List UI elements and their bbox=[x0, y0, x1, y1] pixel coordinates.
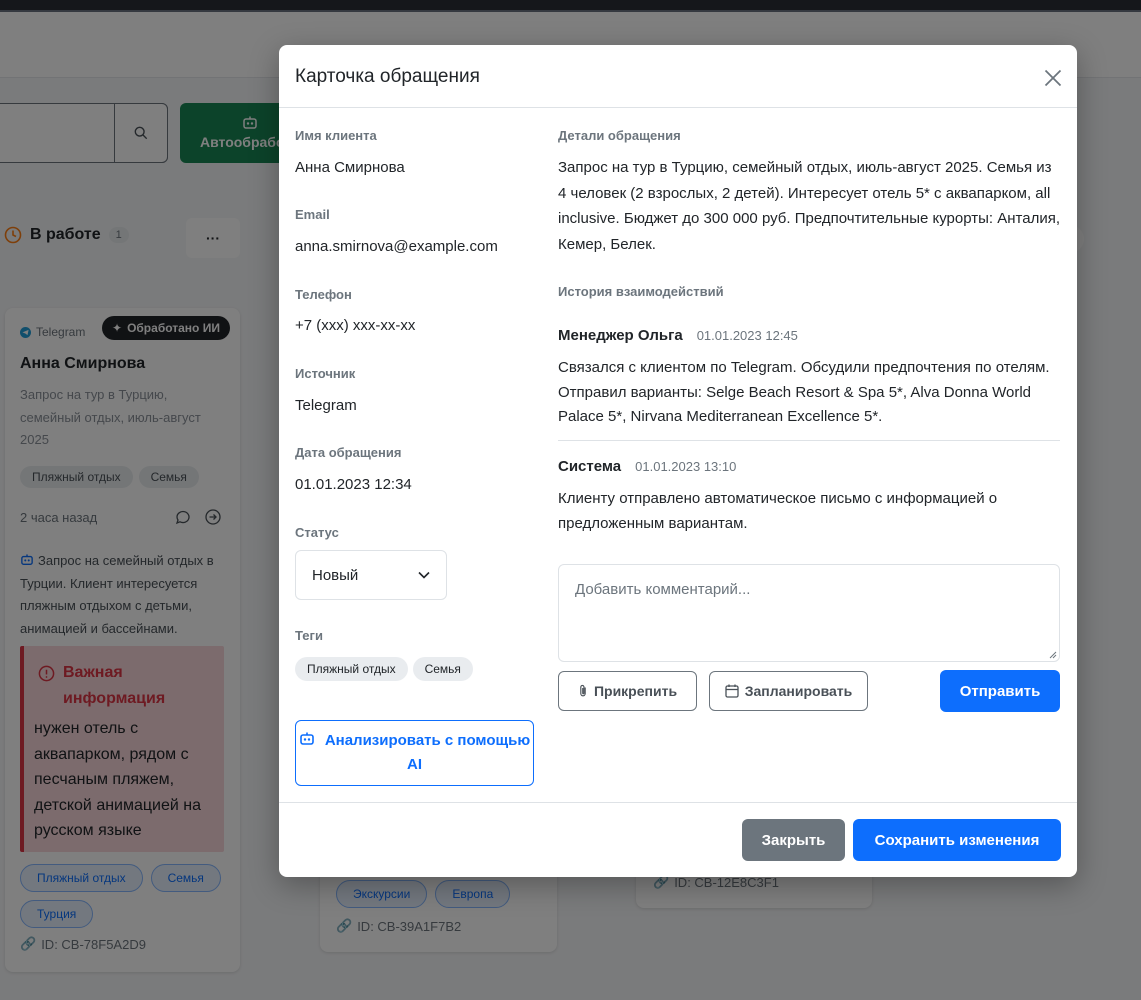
history-item-header: Система 01.01.2023 13:10 bbox=[558, 458, 736, 475]
email-value: anna.smirnova@example.com bbox=[295, 238, 498, 255]
lead-details-modal: Карточка обращения Имя клиента Анна Смир… bbox=[279, 45, 1077, 877]
save-changes-button[interactable]: Сохранить изменения bbox=[853, 819, 1061, 861]
status-label: Статус bbox=[295, 525, 339, 540]
history-divider bbox=[558, 440, 1060, 441]
robot-icon bbox=[300, 732, 314, 745]
analyze-ai-button[interactable]: Анализировать с помощью AI bbox=[295, 720, 534, 786]
modal-header: Карточка обращения bbox=[279, 45, 1077, 108]
tag-chip: Семья bbox=[412, 657, 473, 681]
schedule-button[interactable]: Запланировать bbox=[709, 671, 868, 711]
comment-textarea[interactable] bbox=[558, 564, 1060, 662]
paperclip-icon bbox=[580, 684, 586, 697]
close-icon bbox=[1044, 69, 1062, 87]
history-time: 01.01.2023 12:45 bbox=[696, 328, 798, 343]
history-author: Менеджер Ольга bbox=[558, 327, 683, 344]
modal-title: Карточка обращения bbox=[295, 66, 480, 87]
schedule-label: Запланировать bbox=[744, 683, 853, 699]
chevron-down-icon bbox=[418, 571, 430, 579]
history-author: Система bbox=[558, 458, 622, 475]
resize-grip-icon[interactable] bbox=[1049, 651, 1057, 659]
history-text: Клиенту отправлено автоматическое письмо… bbox=[558, 490, 998, 532]
date-label: Дата обращения bbox=[295, 445, 402, 460]
client-name-label: Имя клиента bbox=[295, 128, 377, 143]
close-button[interactable] bbox=[1039, 64, 1067, 92]
status-value: Новый bbox=[312, 566, 359, 584]
modal-tags: Пляжный отдых Семья bbox=[295, 657, 473, 681]
history-time: 01.01.2023 13:10 bbox=[635, 459, 737, 474]
close-modal-button[interactable]: Закрыть bbox=[742, 819, 845, 861]
attach-button[interactable]: Прикрепить bbox=[558, 671, 697, 711]
calendar-icon bbox=[725, 684, 739, 698]
tag-chip: Пляжный отдых bbox=[295, 657, 408, 681]
client-name-value: Анна Смирнова bbox=[295, 159, 405, 176]
modal-footer-divider bbox=[279, 802, 1077, 803]
history-label: История взаимодействий bbox=[558, 284, 724, 299]
details-label: Детали обращения bbox=[558, 128, 681, 143]
phone-label: Телефон bbox=[295, 287, 352, 302]
history-text: Связался с клиентом по Telegram. Обсудил… bbox=[558, 359, 1050, 425]
history-item-header: Менеджер Ольга 01.01.2023 12:45 bbox=[558, 327, 798, 344]
details-text: Запрос на тур в Турцию, семейный отдых, … bbox=[558, 159, 1060, 253]
date-value: 01.01.2023 12:34 bbox=[295, 476, 412, 493]
phone-value: +7 (xxx) xxx-xx-xx bbox=[295, 317, 416, 334]
status-select[interactable]: Новый bbox=[295, 550, 447, 600]
source-value: Telegram bbox=[295, 397, 357, 414]
source-label: Источник bbox=[295, 366, 356, 381]
attach-label: Прикрепить bbox=[593, 683, 678, 699]
send-button[interactable]: Отправить bbox=[940, 670, 1060, 712]
email-label: Email bbox=[295, 207, 330, 222]
analyze-ai-label: Анализировать с помощью AI bbox=[324, 732, 531, 773]
tags-label: Теги bbox=[295, 628, 323, 643]
